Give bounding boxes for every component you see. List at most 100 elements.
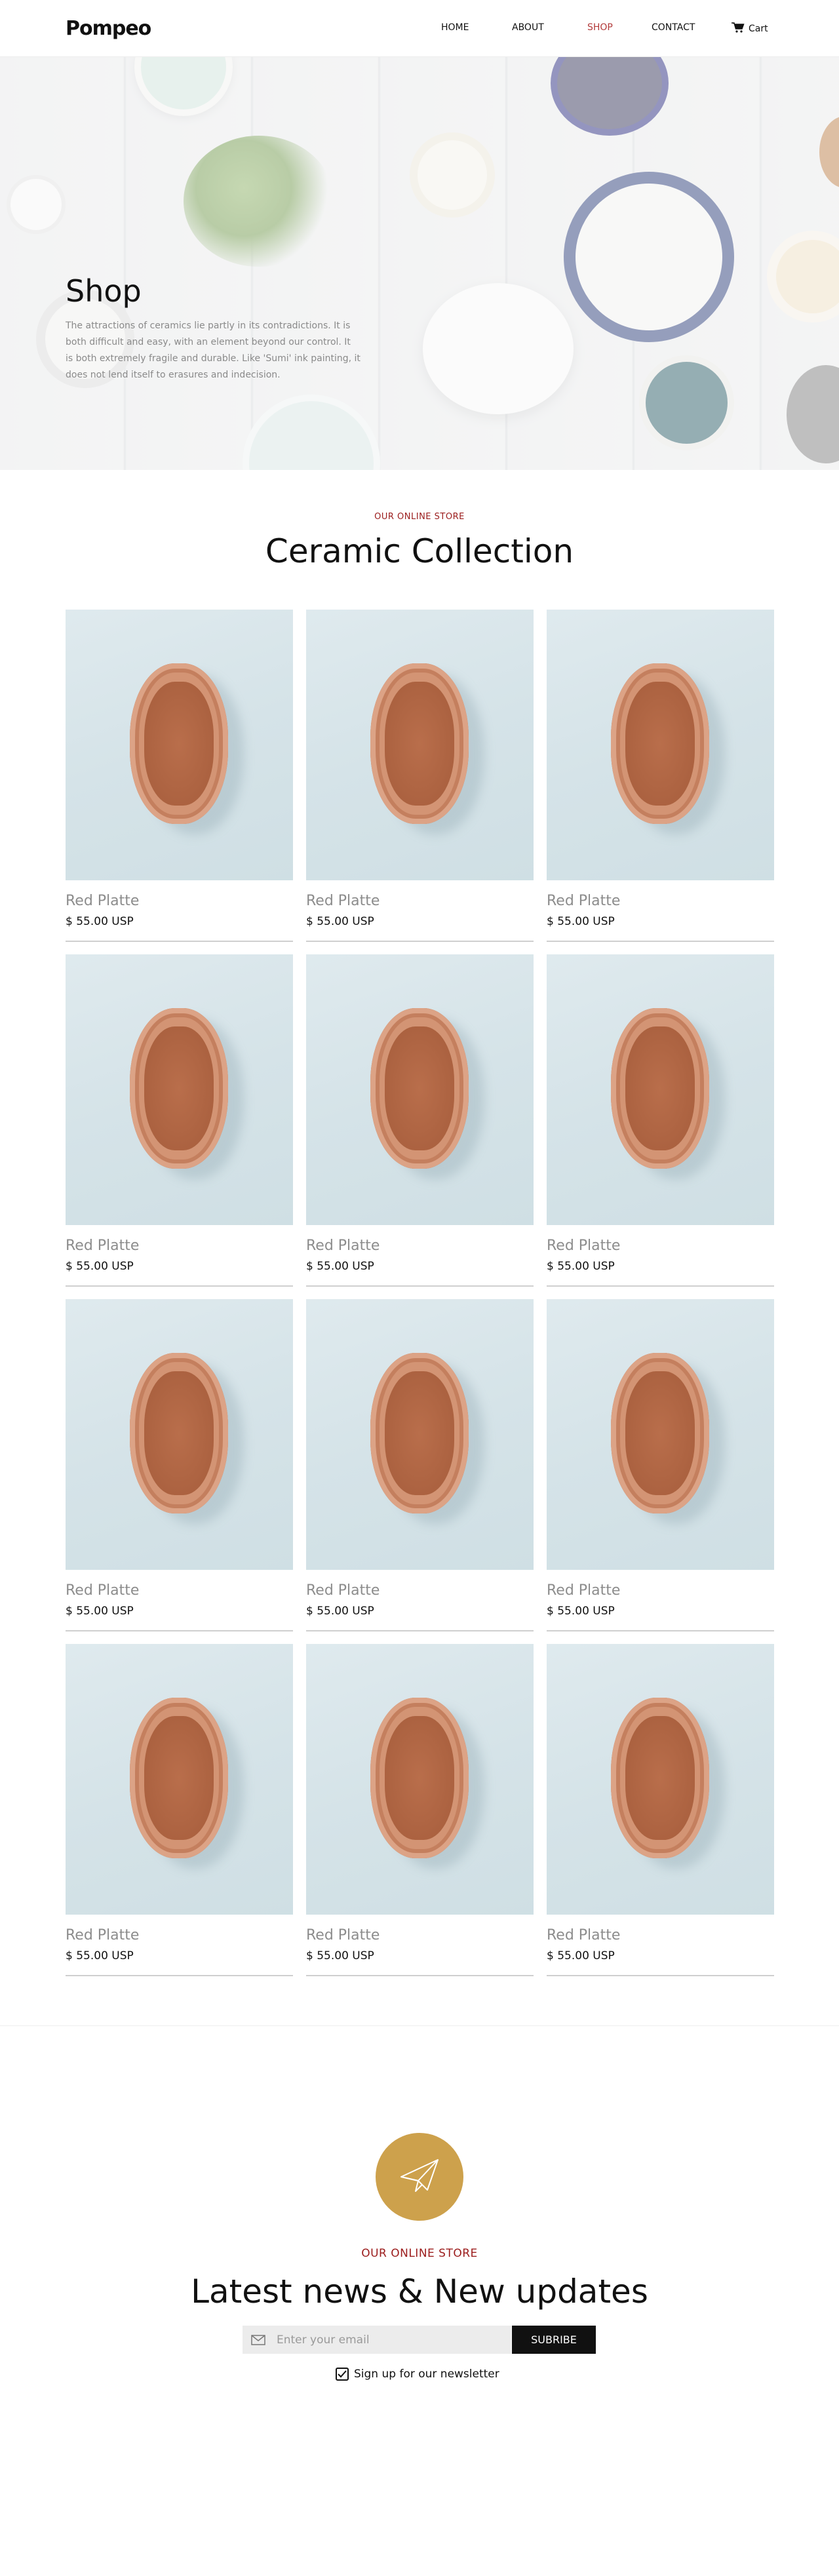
- product-divider: [66, 941, 293, 942]
- nav-home[interactable]: HOME: [441, 22, 469, 33]
- product-card[interactable]: Red Platte $ 55.00 USP: [66, 610, 293, 942]
- subscribe-button[interactable]: SUBRIBE: [512, 2326, 596, 2354]
- email-field-wrapper: [243, 2326, 511, 2354]
- cart-label: Cart: [749, 24, 768, 34]
- page-title: Shop: [66, 273, 142, 309]
- product-price: $ 55.00 USP: [306, 1605, 374, 1618]
- newsletter-checkbox[interactable]: Sign up for our newsletter: [336, 2368, 499, 2381]
- site-header: Pompeo HOME ABOUT SHOP CONTACT Cart: [0, 0, 839, 57]
- product-card[interactable]: Red Platte $ 55.00 USP: [547, 954, 774, 1287]
- product-name[interactable]: Red Platte: [306, 1238, 380, 1254]
- product-dish: [370, 1698, 469, 1858]
- hero-bowl: [243, 395, 380, 470]
- mail-icon: [248, 2332, 269, 2348]
- product-card[interactable]: Red Platte $ 55.00 USP: [306, 1299, 534, 1631]
- hero-bowl: [134, 57, 233, 116]
- product-name[interactable]: Red Platte: [306, 1927, 380, 1943]
- product-card[interactable]: Red Platte $ 55.00 USP: [306, 1644, 534, 1976]
- product-name[interactable]: Red Platte: [66, 893, 139, 909]
- hero-bowl: [423, 283, 574, 414]
- product-price: $ 55.00 USP: [66, 1260, 134, 1273]
- product-name[interactable]: Red Platte: [66, 1238, 139, 1254]
- product-divider: [547, 1630, 774, 1631]
- paper-plane-icon: [399, 2157, 440, 2196]
- product-image[interactable]: [66, 610, 293, 880]
- product-card[interactable]: Red Platte $ 55.00 USP: [66, 1299, 293, 1631]
- product-name[interactable]: Red Platte: [66, 1582, 139, 1599]
- nav-shop[interactable]: SHOP: [587, 22, 613, 33]
- product-divider: [306, 941, 534, 942]
- product-name[interactable]: Red Platte: [547, 1582, 620, 1599]
- email-input[interactable]: [277, 2333, 499, 2347]
- collection-eyebrow: OUR ONLINE STORE: [374, 512, 465, 522]
- product-dish: [611, 1698, 709, 1858]
- product-price: $ 55.00 USP: [306, 1260, 374, 1273]
- product-dish: [370, 663, 469, 824]
- product-price: $ 55.00 USP: [547, 1260, 615, 1273]
- product-dish: [611, 1353, 709, 1513]
- product-image[interactable]: [547, 1644, 774, 1915]
- product-name[interactable]: Red Platte: [547, 1238, 620, 1254]
- product-dish: [130, 1698, 228, 1858]
- product-divider: [306, 1975, 534, 1976]
- hero-bowl: [410, 132, 495, 218]
- product-price: $ 55.00 USP: [547, 1605, 615, 1618]
- product-card[interactable]: Red Platte $ 55.00 USP: [66, 954, 293, 1287]
- product-divider: [547, 1285, 774, 1287]
- product-image[interactable]: [66, 1644, 293, 1915]
- nav-about[interactable]: ABOUT: [512, 22, 544, 33]
- product-name[interactable]: Red Platte: [547, 893, 620, 909]
- product-image[interactable]: [306, 1299, 534, 1570]
- product-card[interactable]: Red Platte $ 55.00 USP: [547, 610, 774, 942]
- product-image[interactable]: [306, 954, 534, 1225]
- hero-plant: [184, 136, 334, 267]
- section-divider: [0, 2025, 839, 2026]
- product-image[interactable]: [66, 954, 293, 1225]
- hero-plate: [564, 172, 734, 342]
- product-divider: [66, 1285, 293, 1287]
- nav-contact[interactable]: CONTACT: [652, 22, 695, 33]
- hero-text: Shop The attractions of ceramics lie par…: [66, 273, 361, 383]
- product-dish: [130, 663, 228, 824]
- newsletter-title: Latest news & New updates: [191, 2273, 648, 2311]
- product-card[interactable]: Red Platte $ 55.00 USP: [66, 1644, 293, 1976]
- checkbox-checked-icon[interactable]: [336, 2368, 349, 2381]
- product-price: $ 55.00 USP: [66, 1605, 134, 1618]
- product-card[interactable]: Red Platte $ 55.00 USP: [547, 1299, 774, 1631]
- product-image[interactable]: [547, 610, 774, 880]
- collection-title: Ceramic Collection: [265, 532, 574, 570]
- product-image[interactable]: [306, 610, 534, 880]
- product-image[interactable]: [66, 1299, 293, 1570]
- product-divider: [547, 1975, 774, 1976]
- product-card[interactable]: Red Platte $ 55.00 USP: [306, 954, 534, 1287]
- cart-icon: [732, 22, 745, 35]
- hero-bowl: [819, 116, 839, 188]
- product-divider: [547, 941, 774, 942]
- hero-bowl: [551, 57, 669, 136]
- hero-bowl: [7, 175, 66, 234]
- product-name[interactable]: Red Platte: [306, 893, 380, 909]
- product-image[interactable]: [547, 954, 774, 1225]
- product-price: $ 55.00 USP: [306, 915, 374, 928]
- hero-banner: Shop The attractions of ceramics lie par…: [0, 57, 839, 470]
- product-divider: [66, 1975, 293, 1976]
- hero-bowl: [767, 231, 839, 322]
- product-card[interactable]: Red Platte $ 55.00 USP: [306, 610, 534, 942]
- hero-description: The attractions of ceramics lie partly i…: [66, 321, 361, 380]
- product-name[interactable]: Red Platte: [547, 1927, 620, 1943]
- product-dish: [611, 1008, 709, 1169]
- product-dish: [370, 1008, 469, 1169]
- hero-bowl: [639, 355, 734, 450]
- product-name[interactable]: Red Platte: [66, 1927, 139, 1943]
- product-name[interactable]: Red Platte: [306, 1582, 380, 1599]
- newsletter-badge: [376, 2133, 463, 2221]
- product-dish: [370, 1353, 469, 1513]
- product-image[interactable]: [547, 1299, 774, 1570]
- product-dish: [130, 1008, 228, 1169]
- product-divider: [306, 1630, 534, 1631]
- product-card[interactable]: Red Platte $ 55.00 USP: [547, 1644, 774, 1976]
- main-nav: HOME ABOUT SHOP CONTACT Cart: [0, 22, 839, 35]
- nav-cart[interactable]: Cart: [732, 22, 768, 35]
- newsletter-checkbox-label: Sign up for our newsletter: [354, 2368, 499, 2381]
- product-image[interactable]: [306, 1644, 534, 1915]
